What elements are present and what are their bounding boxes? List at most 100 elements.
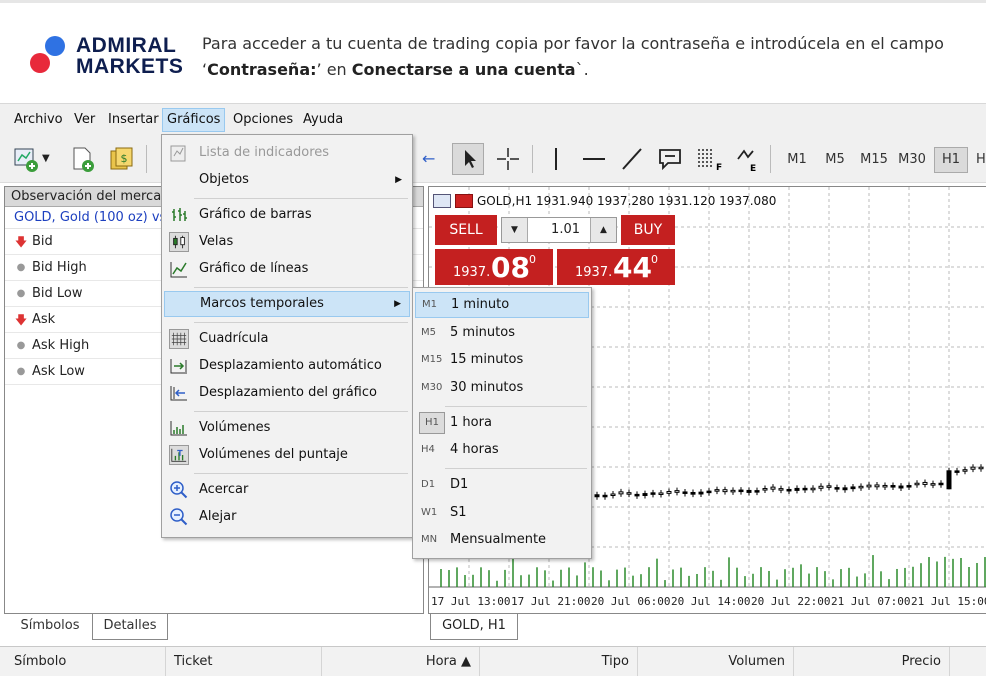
menu-ayuda[interactable]: Ayuda <box>299 108 347 132</box>
x-axis-tick-label: 20 Jul 06:00 <box>591 595 670 608</box>
candle-body <box>754 490 760 493</box>
volume-value[interactable]: 1.01 <box>528 218 590 242</box>
menu-item-grafico-lineas[interactable]: Gráfico de líneas <box>164 256 410 282</box>
down-arrow-icon: 🡇 <box>14 234 28 249</box>
menu-opciones[interactable]: Opciones <box>229 108 297 132</box>
volume-up-icon[interactable]: ▲ <box>590 218 616 242</box>
arrow-left-icon[interactable]: ← <box>422 149 435 168</box>
candle-body <box>738 489 744 493</box>
timeframe-m5-button[interactable]: M5 <box>821 147 849 173</box>
timeframe-h1-button[interactable]: H1 <box>934 147 968 173</box>
buy-price[interactable]: 1937. 44 0 <box>557 249 675 285</box>
menu-item-volumenes[interactable]: Volúmenes <box>164 415 410 441</box>
admiral-markets-logo: ADMIRAL MARKETS <box>28 33 188 81</box>
column-ticket[interactable]: Ticket <box>166 647 322 676</box>
dropdown-arrow-icon[interactable]: ▼ <box>42 153 50 164</box>
candle-body <box>594 494 600 498</box>
timeframe-h4-button[interactable]: H <box>976 147 986 173</box>
timeframe-m1-item[interactable]: M1 1 minuto <box>415 292 589 318</box>
indicator-list-icon <box>170 145 186 162</box>
menu-item-velas[interactable]: Velas <box>164 229 410 255</box>
menu-archivo[interactable]: Archivo <box>10 108 67 132</box>
graficos-menu: Lista de indicadores Objetos ▶ Gráfico d… <box>161 134 413 538</box>
toolbar-separator <box>146 145 147 173</box>
volume-stepper[interactable]: ▼ 1.01 ▲ <box>501 217 617 243</box>
timeframe-m15-item[interactable]: M15 15 minutos <box>415 347 589 373</box>
candle-body <box>898 485 904 489</box>
menu-item-marcos-temporales[interactable]: Marcos temporales ▶ <box>164 291 410 317</box>
candle-body <box>970 466 976 470</box>
candle-body <box>730 489 736 493</box>
menu-item-volumenes-puntaje[interactable]: Volúmenes del puntaje <box>164 442 410 468</box>
chart-tab-gold-h1[interactable]: GOLD, H1 <box>430 614 518 640</box>
menu-item-alejar[interactable]: Alejar <box>164 504 410 530</box>
column-volumen[interactable]: Volumen <box>638 647 794 676</box>
chart-header: GOLD,H1 1931.940 1937.280 1931.120 1937.… <box>433 193 776 209</box>
candle-body <box>818 485 824 489</box>
menu-item-desplazamiento-automatico[interactable]: Desplazamiento automático <box>164 353 410 379</box>
vertical-line-icon[interactable] <box>542 145 570 173</box>
candle-body <box>618 491 624 495</box>
candle-body <box>866 484 872 488</box>
timeframe-mn-item[interactable]: MN Mensualmente <box>415 527 589 553</box>
column-precio[interactable]: Precio <box>794 647 950 676</box>
buy-button[interactable]: BUY <box>621 215 675 245</box>
volume-down-icon[interactable]: ▼ <box>502 218 528 242</box>
timeframe-m1-button[interactable]: M1 <box>783 147 811 173</box>
candle-body <box>698 491 704 495</box>
symbol-flag-icon <box>455 194 473 208</box>
candle-body <box>602 494 608 498</box>
timeframe-w1-item[interactable]: W1 S1 <box>415 500 589 526</box>
menu-item-acercar[interactable]: Acercar <box>164 477 410 503</box>
timeframe-m30-item[interactable]: M30 30 minutos <box>415 375 589 401</box>
fibonacci-icon[interactable]: F <box>694 145 722 173</box>
tab-detalles[interactable]: Detalles <box>92 614 168 640</box>
column-tipo[interactable]: Tipo <box>480 647 638 676</box>
candle-body <box>906 485 912 488</box>
new-profile-icon[interactable] <box>68 145 96 173</box>
menu-ver[interactable]: Ver <box>70 108 99 132</box>
sell-price[interactable]: 1937. 08 0 <box>435 249 553 285</box>
timeframe-m30-button[interactable]: M30 <box>894 147 930 173</box>
tab-simbolos[interactable]: Símbolos <box>8 614 92 640</box>
menu-item-cuadricula[interactable]: Cuadrícula <box>164 326 410 352</box>
timeframe-h1-item[interactable]: H1 1 hora <box>415 410 589 436</box>
timeframe-m5-item[interactable]: M5 5 minutos <box>415 320 589 346</box>
trade-table-header: Símbolo Ticket Hora ▲ Tipo Volumen Preci… <box>0 646 986 676</box>
trend-line-icon[interactable] <box>618 145 646 173</box>
menu-insertar[interactable]: Insertar <box>104 108 163 132</box>
text-label-icon[interactable] <box>656 145 684 173</box>
timeframe-d1-item[interactable]: D1 D1 <box>415 472 589 498</box>
candle-body <box>810 487 816 491</box>
menu-graficos[interactable]: Gráficos <box>162 108 226 132</box>
candle-body <box>978 466 984 470</box>
menu-item-objetos[interactable]: Objetos ▶ <box>164 167 410 193</box>
horizontal-line-icon[interactable] <box>580 145 608 173</box>
sell-button[interactable]: SELL <box>435 215 497 245</box>
candle-body <box>802 487 808 491</box>
new-chart-icon[interactable] <box>12 145 40 173</box>
menu-item-grafico-barras[interactable]: Gráfico de barras <box>164 202 410 228</box>
dot-icon: ● <box>16 261 26 273</box>
candle-body <box>778 488 784 491</box>
tick-volumes-icon <box>169 445 189 465</box>
menu-item-lista-indicadores[interactable]: Lista de indicadores <box>164 140 410 166</box>
candle-body <box>826 485 832 488</box>
crosshair-icon[interactable] <box>494 145 522 173</box>
cursor-tool-button[interactable] <box>452 143 484 175</box>
menu-item-desplazamiento-grafico[interactable]: Desplazamiento del gráfico <box>164 380 410 406</box>
x-axis-tick-label: 21 Jul 07:00 <box>831 595 910 608</box>
column-hora[interactable]: Hora ▲ <box>322 647 480 676</box>
chart-shift-icon <box>170 386 187 401</box>
candle-body <box>882 484 888 488</box>
market-watch-icon[interactable]: $ <box>108 145 136 173</box>
timeframe-h4-item[interactable]: H4 4 horas <box>415 437 589 463</box>
candle-body <box>714 489 720 492</box>
auto-scroll-icon <box>170 359 187 374</box>
candle-body <box>890 485 896 488</box>
timeframe-m15-button[interactable]: M15 <box>856 147 892 173</box>
shapes-icon[interactable]: E <box>732 145 760 173</box>
column-simbolo[interactable]: Símbolo <box>0 647 166 676</box>
menu-bar: Archivo Ver Insertar Gráficos Opciones A… <box>0 103 986 135</box>
volumes-icon <box>170 421 187 436</box>
